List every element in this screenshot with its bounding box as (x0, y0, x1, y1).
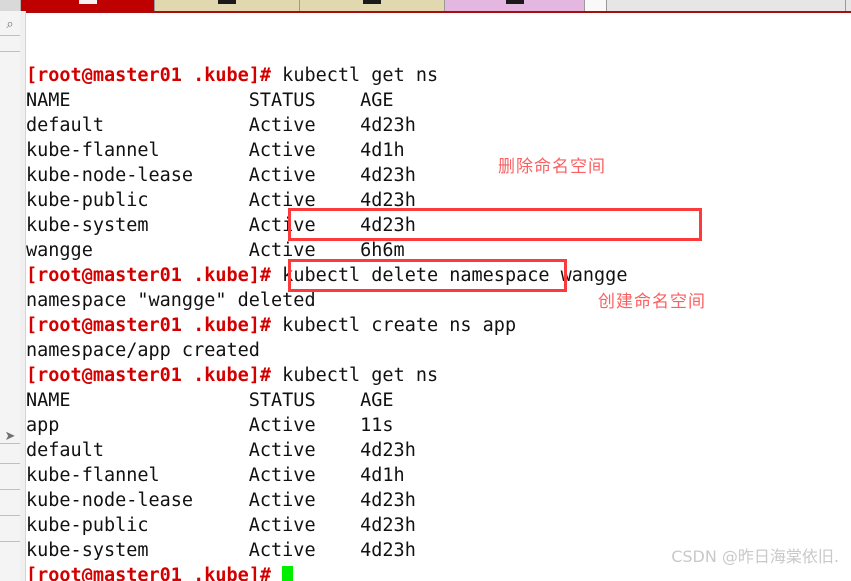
gutter-divider (0, 541, 20, 542)
terminal-line: wangge Active 6h6m (26, 238, 851, 263)
terminal-line: kube-public Active 4d23h (26, 188, 851, 213)
terminal-line: NAME STATUS AGE (26, 388, 851, 413)
terminal-line: kube-node-lease Active 4d23h (26, 488, 851, 513)
terminal-line: kube-system Active 4d23h (26, 213, 851, 238)
annotation-delete-namespace: 删除命名空间 (498, 157, 606, 177)
terminal-line: namespace/app created (26, 338, 851, 363)
terminal-output-text: kube-node-lease Active 4d23h (26, 490, 416, 511)
shell-prompt: [root@master01 .kube]# (26, 65, 272, 86)
terminal-line: namespace "wangge" deleted (26, 288, 851, 313)
shell-prompt: [root@master01 .kube]# (26, 265, 272, 286)
tab-blank[interactable] (585, 0, 607, 11)
tab-label-stub (78, 0, 97, 4)
tab-bar-left-edge (0, 0, 21, 11)
terminal-line: [root@master01 .kube]# kubectl delete na… (26, 263, 851, 288)
terminal-output-text: default Active 4d23h (26, 115, 416, 136)
terminal-line: default Active 4d23h (26, 113, 851, 138)
terminal-line: [root@master01 .kube]# kubectl create ns… (26, 313, 851, 338)
terminal-line: default Active 4d23h (26, 438, 851, 463)
terminal-output-text: wangge Active 6h6m (26, 240, 405, 261)
terminal-output-text: default Active 4d23h (26, 440, 416, 461)
tab-tan-2[interactable] (300, 0, 445, 11)
terminal-output-text: kube-system Active 4d23h (26, 540, 416, 561)
terminal-line: kube-flannel Active 4d1h (26, 463, 851, 488)
shell-command: kubectl get ns (271, 65, 439, 86)
terminal-output-text: kube-public Active 4d23h (26, 190, 416, 211)
annotation-create-namespace: 创建命名空间 (598, 292, 706, 312)
terminal-line: [root@master01 .kube]# kubectl get ns (26, 63, 851, 88)
shell-command (271, 565, 282, 581)
terminal-output-text: kube-system Active 4d23h (26, 215, 416, 236)
left-gutter: ⌕ ➤ (0, 11, 21, 581)
tab-bar (0, 0, 851, 11)
watermark: CSDN @昨日海棠依旧. (671, 547, 839, 566)
shell-prompt: [root@master01 .kube]# (26, 565, 272, 581)
terminal-line: kube-public Active 4d23h (26, 513, 851, 538)
terminal-output-text: NAME STATUS AGE (26, 390, 394, 411)
terminal-output-text: kube-public Active 4d23h (26, 515, 416, 536)
terminal-output-text: namespace "wangge" deleted (26, 290, 316, 311)
tab-tan-1[interactable] (155, 0, 300, 11)
shell-prompt: [root@master01 .kube]# (26, 315, 272, 336)
terminal-line: NAME STATUS AGE (26, 88, 851, 113)
gutter-divider (0, 51, 20, 52)
shell-command: kubectl get ns (271, 365, 439, 386)
shell-command: kubectl create ns app (271, 315, 517, 336)
terminal-output-text: namespace/app created (26, 340, 260, 361)
terminal-output-text: kube-flannel Active 4d1h (26, 465, 405, 486)
terminal-line: kube-node-lease Active 4d23h (26, 163, 851, 188)
terminal-output-text: kube-node-lease Active 4d23h (26, 165, 416, 186)
gutter-divider (0, 489, 20, 490)
tab-pink[interactable] (445, 0, 585, 11)
tab-label-stub (505, 0, 524, 4)
tab-label-stub (218, 0, 236, 4)
terminal-screenshot: ⌕ ➤ [root@master01 .kube]# kubectl get ns… (0, 0, 851, 581)
tab-empty-area[interactable] (607, 0, 846, 11)
search-icon[interactable]: ⌕ (2, 17, 18, 33)
terminal-output-text: kube-flannel Active 4d1h (26, 140, 405, 161)
tab-active-red[interactable] (21, 0, 155, 11)
terminal-line: [root@master01 .kube]# kubectl get ns (26, 363, 851, 388)
terminal-line: app Active 11s (26, 413, 851, 438)
arrow-right-icon[interactable]: ➤ (2, 429, 18, 445)
terminal-output[interactable]: [root@master01 .kube]# kubectl get ns NAM… (26, 13, 851, 581)
terminal-output-text: app Active 11s (26, 415, 394, 436)
tab-label-stub (363, 0, 381, 4)
gutter-divider (0, 35, 20, 36)
shell-command: kubectl delete namespace wangge (271, 265, 628, 286)
shell-prompt: [root@master01 .kube]# (26, 365, 272, 386)
gutter-divider (0, 463, 20, 464)
gutter-divider (0, 515, 20, 516)
terminal-line: kube-flannel Active 4d1h (26, 138, 851, 163)
terminal-output-text: NAME STATUS AGE (26, 90, 394, 111)
terminal-cursor (282, 566, 294, 581)
